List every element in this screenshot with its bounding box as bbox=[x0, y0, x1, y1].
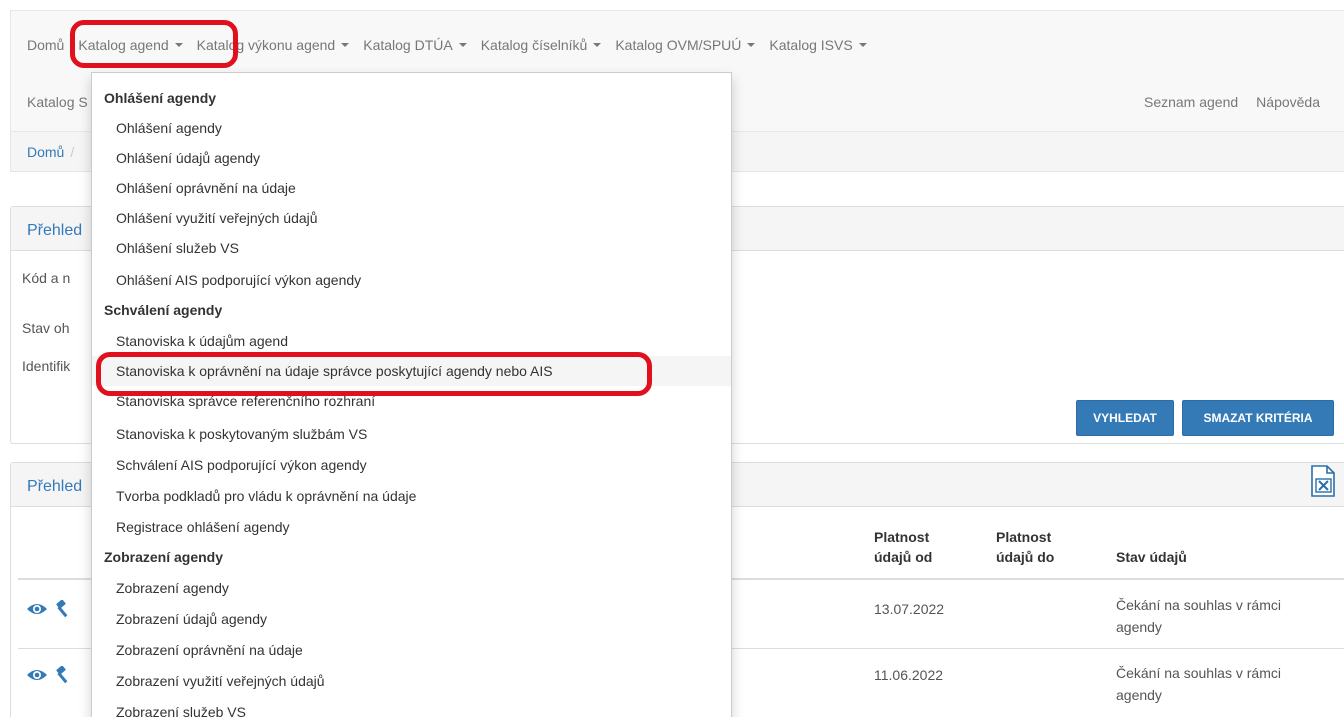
menu-item-announce-agenda-data[interactable]: Ohlášení údajů agendy bbox=[92, 143, 731, 173]
nav-item-codelist-catalog[interactable]: Katalog číselníků bbox=[481, 37, 602, 53]
code-name-label: Kód a n bbox=[22, 270, 71, 286]
caret-down-icon bbox=[174, 43, 183, 47]
nav-label: Katalog výkonu agend bbox=[196, 37, 336, 53]
menu-item-display-public-data-usage[interactable]: Zobrazení využití veřejných údajů bbox=[92, 666, 731, 696]
nav-label: Katalog OVM/SPUÚ bbox=[615, 37, 742, 53]
identifier-label: Identifik bbox=[22, 358, 71, 374]
menu-item-announce-ais[interactable]: Ohlášení AIS podporující výkon agendy bbox=[92, 265, 731, 295]
col-header-valid-to[interactable]: Platnost údajů do bbox=[996, 527, 1054, 567]
table-cell-valid-from: 11.06.2022 bbox=[874, 667, 944, 683]
nav-label: Domů bbox=[27, 37, 65, 53]
dropdown-header-approval: Schválení agendy bbox=[104, 302, 223, 318]
excel-export-icon[interactable] bbox=[1310, 465, 1336, 497]
caret-down-icon bbox=[458, 43, 467, 47]
eye-icon[interactable] bbox=[26, 668, 48, 682]
caret-down-icon bbox=[341, 43, 350, 47]
menu-item-display-services[interactable]: Zobrazení služeb VS bbox=[92, 697, 731, 717]
caret-down-icon bbox=[747, 43, 756, 47]
menu-item-announce-public-data-usage[interactable]: Ohlášení využití veřejných údajů bbox=[92, 203, 731, 233]
nav-item-agenda-catalog[interactable]: Katalog agend bbox=[78, 37, 183, 53]
table-row-actions bbox=[26, 600, 72, 618]
caret-down-icon bbox=[593, 43, 602, 47]
nav-label: Katalog číselníků bbox=[480, 37, 588, 53]
status-label: Stav oh bbox=[22, 320, 70, 336]
nav-item-home[interactable]: Domů bbox=[27, 37, 64, 53]
nav-item-dtua-catalog[interactable]: Katalog DTÚA bbox=[363, 37, 467, 53]
col-header-line: údajů od bbox=[874, 549, 933, 565]
status-line: agendy bbox=[1116, 687, 1162, 703]
menu-item-announce-agenda[interactable]: Ohlášení agendy bbox=[92, 113, 731, 143]
menu-item-approve-ais[interactable]: Schválení AIS podporující výkon agendy bbox=[92, 450, 731, 480]
dropdown-header-announcement: Ohlášení agendy bbox=[104, 90, 217, 106]
nav-item-isvs-catalog[interactable]: Katalog ISVS bbox=[769, 37, 867, 53]
table-cell-status: Čekání na souhlas v rámci agendy bbox=[1116, 594, 1281, 638]
status-line: Čekání na souhlas v rámci bbox=[1116, 665, 1281, 681]
nav-item-agenda-execution-catalog[interactable]: Katalog výkonu agend bbox=[197, 37, 350, 53]
status-line: Čekání na souhlas v rámci bbox=[1116, 597, 1281, 613]
menu-item-announce-services[interactable]: Ohlášení služeb VS bbox=[92, 233, 731, 263]
menu-item-opinions-agenda-data[interactable]: Stanoviska k údajům agend bbox=[92, 326, 731, 356]
breadcrumb-separator: / bbox=[70, 144, 75, 160]
caret-down-icon bbox=[858, 43, 867, 47]
menu-item-opinions-services[interactable]: Stanoviska k poskytovaným službám VS bbox=[92, 419, 731, 449]
menu-item-display-agenda-data[interactable]: Zobrazení údajů agendy bbox=[92, 604, 731, 634]
menu-item-register-announcement[interactable]: Registrace ohlášení agendy bbox=[92, 512, 731, 542]
menu-item-display-agenda[interactable]: Zobrazení agendy bbox=[92, 573, 731, 603]
col-header-line: Platnost bbox=[874, 529, 930, 545]
agenda-catalog-dropdown: Ohlášení agendy Ohlášení agendy Ohlášení… bbox=[91, 72, 732, 717]
menu-item-opinions-data-permission-provider[interactable]: Stanoviska k oprávnění na údaje správce … bbox=[92, 356, 731, 386]
clear-criteria-button[interactable]: SMAZAT KRITÉRIA bbox=[1182, 400, 1334, 436]
table-row-actions bbox=[26, 666, 72, 684]
col-header-line: údajů do bbox=[996, 549, 1055, 565]
menu-item-opinions-reference-interface[interactable]: Stanoviska správce referenčního rozhraní bbox=[92, 386, 731, 416]
agenda-list-link[interactable]: Seznam agend bbox=[1144, 94, 1238, 110]
col-header-status[interactable]: Stav údajů bbox=[1116, 547, 1187, 567]
table-cell-status: Čekání na souhlas v rámci agendy bbox=[1116, 662, 1281, 706]
nav-item-catalog-s[interactable]: Katalog S bbox=[27, 94, 88, 110]
col-header-valid-from[interactable]: Platnost údajů od bbox=[874, 527, 932, 567]
nav-label: Katalog agend bbox=[78, 37, 169, 53]
nav-label: Katalog DTÚA bbox=[363, 37, 453, 53]
menu-item-government-materials[interactable]: Tvorba podkladů pro vládu k oprávnění na… bbox=[92, 481, 731, 511]
results-panel-title: Přehled bbox=[27, 478, 83, 495]
nav-right-links: Seznam agend Nápověda bbox=[1126, 94, 1320, 110]
breadcrumb-home[interactable]: Domů bbox=[27, 144, 64, 160]
menu-item-announce-data-permissions[interactable]: Ohlášení oprávnění na údaje bbox=[92, 173, 731, 203]
help-link[interactable]: Nápověda bbox=[1256, 94, 1320, 110]
search-panel-title: Přehled bbox=[27, 222, 83, 239]
dropdown-header-display: Zobrazení agendy bbox=[104, 549, 224, 565]
nav-label: Katalog ISVS bbox=[769, 37, 853, 53]
menu-item-display-data-permissions[interactable]: Zobrazení oprávnění na údaje bbox=[92, 635, 731, 665]
status-line: agendy bbox=[1116, 619, 1162, 635]
nav-row-main: Domů Katalog agend Katalog výkonu agend … bbox=[27, 37, 881, 53]
nav-item-ovm-catalog[interactable]: Katalog OVM/SPUÚ bbox=[615, 37, 756, 53]
search-button[interactable]: VYHLEDAT bbox=[1076, 400, 1174, 436]
table-cell-valid-from: 13.07.2022 bbox=[874, 601, 945, 617]
col-header-line: Platnost bbox=[996, 529, 1052, 545]
eye-icon[interactable] bbox=[26, 602, 48, 616]
gavel-icon[interactable] bbox=[52, 600, 72, 618]
gavel-icon[interactable] bbox=[52, 666, 72, 684]
